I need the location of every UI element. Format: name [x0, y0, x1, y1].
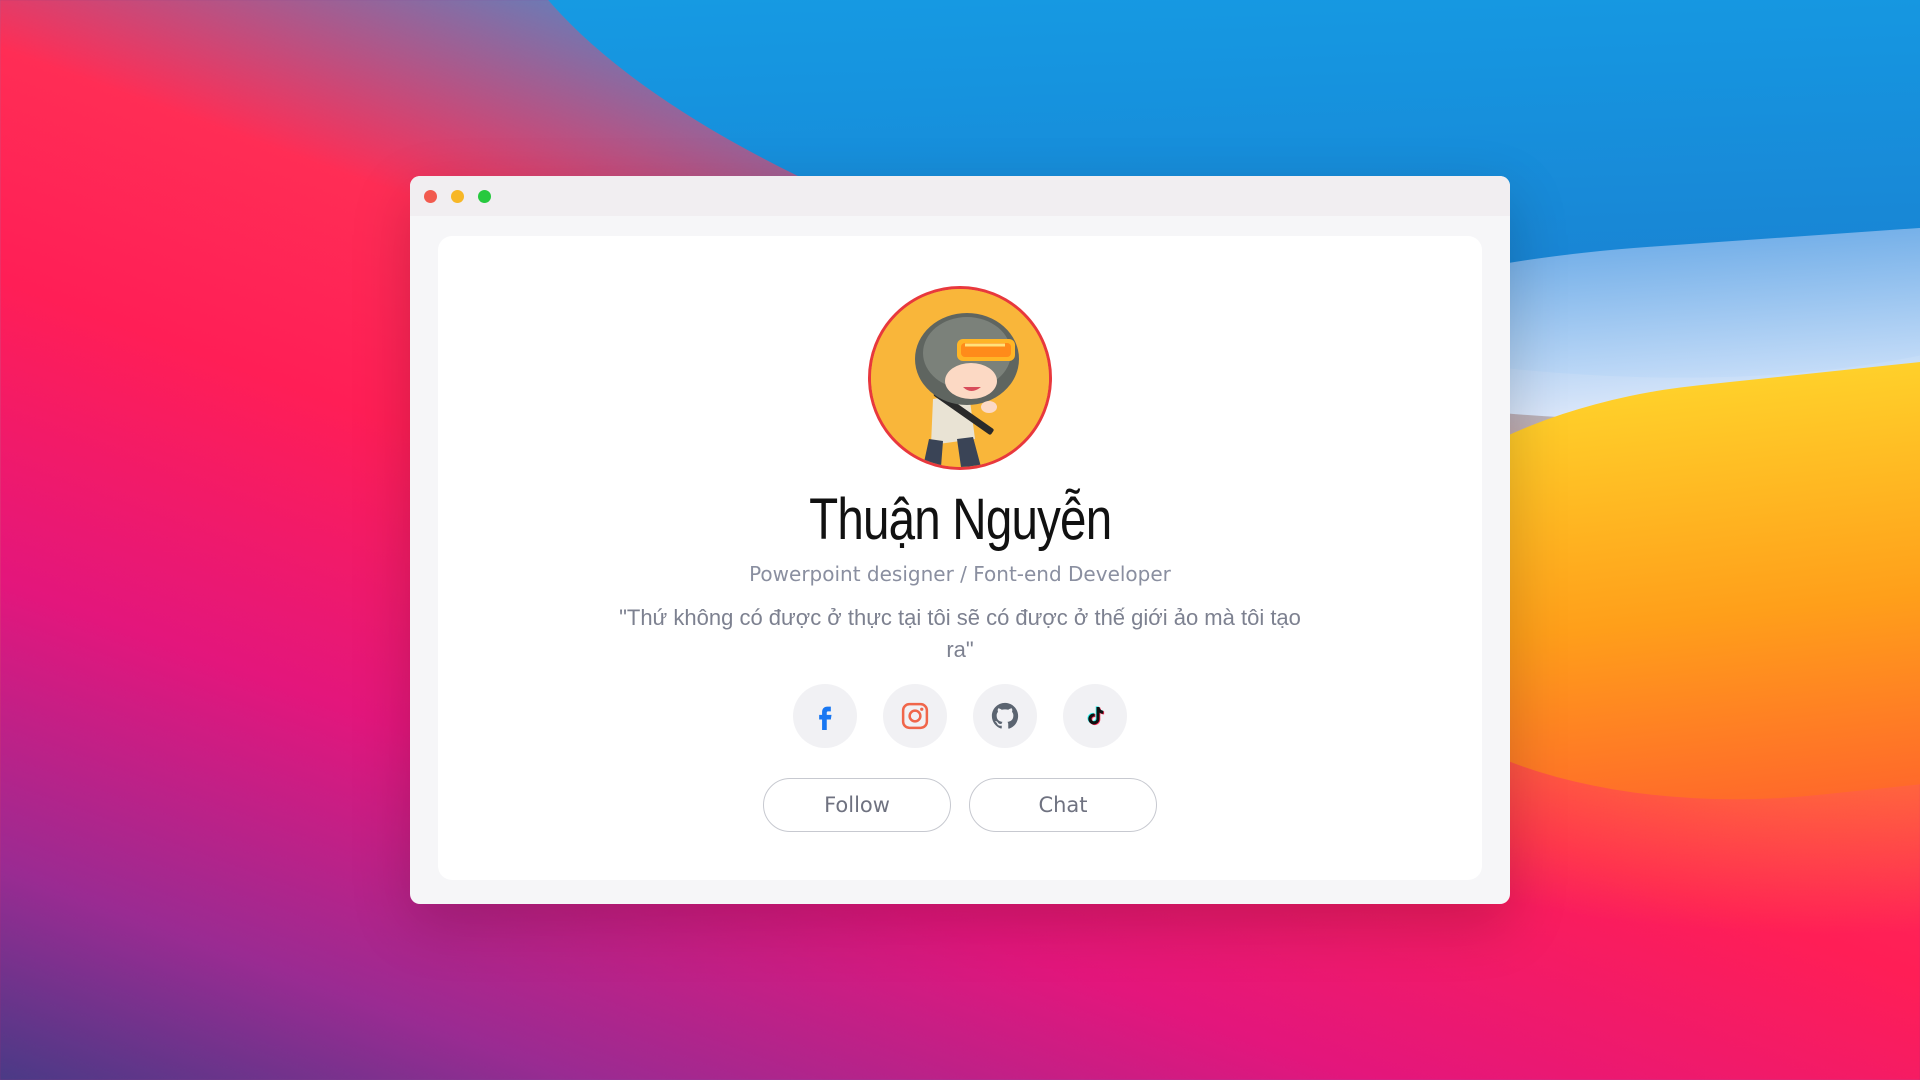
instagram-link[interactable] — [883, 683, 947, 748]
follow-button[interactable]: Follow — [763, 777, 951, 832]
avatar-illustration — [871, 289, 1049, 467]
chat-button[interactable]: Chat — [969, 777, 1157, 832]
instagram-icon — [901, 702, 929, 729]
minimize-window-button[interactable] — [451, 189, 464, 203]
tiktok-icon — [1087, 706, 1105, 725]
github-icon — [991, 702, 1019, 729]
tiktok-link[interactable] — [1063, 683, 1127, 748]
close-window-button[interactable] — [424, 189, 437, 203]
action-buttons: Follow Chat — [763, 777, 1157, 832]
profile-role: Powerpoint designer / Font-end Developer — [749, 561, 1171, 586]
browser-window: Thuận Nguyễn Powerpoint designer / Font-… — [410, 176, 1510, 904]
social-links — [793, 683, 1127, 748]
profile-name: Thuận Nguyễn — [808, 487, 1112, 552]
facebook-link[interactable] — [793, 683, 857, 748]
window-titlebar — [410, 176, 1510, 216]
facebook-icon — [819, 706, 832, 730]
github-link[interactable] — [973, 683, 1037, 748]
profile-quote: "Thứ không có được ở thực tại tôi sẽ có … — [619, 604, 1301, 662]
avatar — [868, 286, 1052, 470]
profile-card: Thuận Nguyễn Powerpoint designer / Font-… — [438, 236, 1482, 880]
maximize-window-button[interactable] — [478, 189, 491, 203]
